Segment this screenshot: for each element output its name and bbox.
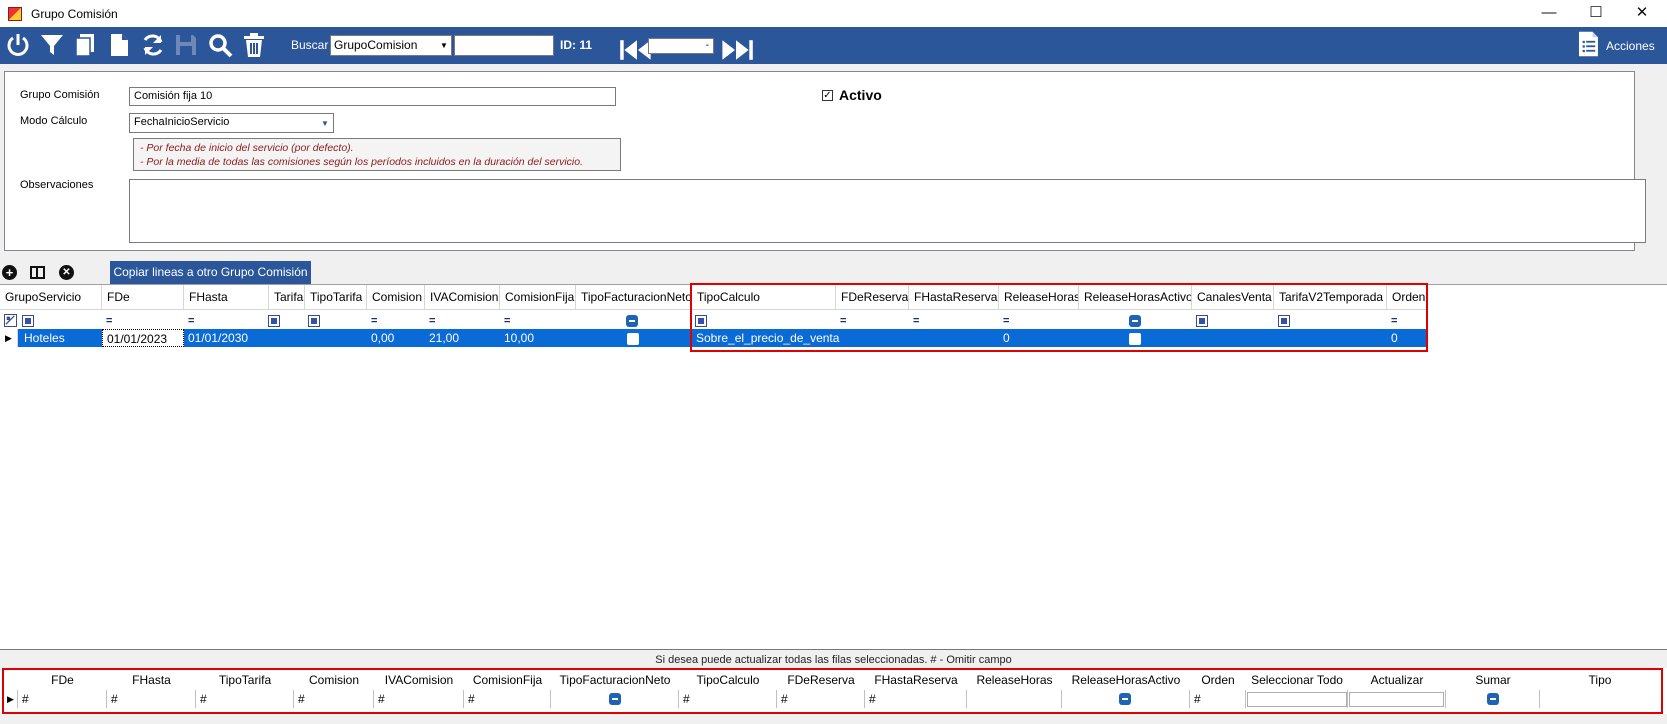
filter-checkbox-icon[interactable] <box>626 315 638 327</box>
delete-row-icon[interactable]: ✕ <box>59 265 74 280</box>
highlight-box <box>2 668 1663 714</box>
refresh-icon[interactable] <box>139 31 167 59</box>
trash-icon[interactable] <box>240 31 268 59</box>
observaciones-label: Observaciones <box>20 179 94 191</box>
bulk-update-grid: FDe FHasta TipoTarifa Comision IVAComisi… <box>0 668 1667 714</box>
save-icon[interactable] <box>172 31 200 59</box>
actions-button[interactable]: Acciones <box>1606 39 1655 53</box>
actions-list-icon[interactable] <box>1574 30 1602 61</box>
close-button[interactable]: ✕ <box>1619 0 1665 24</box>
modo-calculo-value: FechaInicioServicio <box>134 116 230 128</box>
new-document-icon[interactable] <box>105 31 133 59</box>
bulk-update-message: Si desea puede actualizar todas las fila… <box>655 654 1012 666</box>
column-header[interactable]: FHasta <box>184 285 269 310</box>
observaciones-textarea[interactable] <box>129 179 1646 243</box>
cell-fhasta[interactable]: 01/01/2030 <box>184 329 248 347</box>
grupo-comision-label: Grupo Comisión <box>20 89 100 101</box>
search-field-combo[interactable]: GrupoComision ▼ <box>330 35 452 56</box>
search-field-value: GrupoComision <box>334 38 418 52</box>
help-line-2: - Por la media de todas las comisiones s… <box>140 156 583 168</box>
row-selector-arrow-icon[interactable]: ▶ <box>0 329 18 347</box>
app-icon <box>8 6 22 21</box>
cell-comision[interactable]: 0,00 <box>367 329 394 347</box>
copy-lines-button[interactable]: Copiar lineas a otro Grupo Comisión <box>110 261 311 284</box>
chevron-down-icon: ▼ <box>321 118 329 128</box>
power-icon[interactable] <box>4 31 32 59</box>
cell-fde[interactable]: 01/01/2023 <box>102 329 184 347</box>
column-header[interactable]: Tarifa <box>269 285 305 310</box>
maximize-button[interactable]: ☐ <box>1573 0 1619 24</box>
filter-equals-icon[interactable]: = <box>188 315 194 327</box>
help-line-1: - Por fecha de inicio del servicio (por … <box>140 142 354 154</box>
copy-icon[interactable] <box>71 31 99 59</box>
lines-grid: GrupoServicio FDe FHasta Tarifa TipoTari… <box>0 283 1667 650</box>
filter-equals-icon[interactable]: = <box>429 315 435 327</box>
activo-label: Activo <box>839 87 882 103</box>
cell-gruposervicio[interactable]: Hoteles <box>20 329 65 347</box>
main-toolbar: Buscar GrupoComision ▼ ID: 11 - Acciones <box>0 27 1667 64</box>
add-row-icon[interactable]: + <box>2 265 17 280</box>
column-header[interactable]: ComisionFija <box>500 285 576 310</box>
last-record-icon[interactable] <box>729 36 753 60</box>
cell-comisionfija[interactable]: 10,00 <box>500 329 534 347</box>
filter-clear-icon[interactable] <box>4 314 17 327</box>
minimize-button[interactable]: — <box>1526 0 1572 24</box>
filter-icon[interactable] <box>38 31 66 59</box>
column-header[interactable]: FDe <box>102 285 184 310</box>
cell-ivacomision[interactable]: 21,00 <box>425 329 459 347</box>
highlight-box <box>690 283 1428 352</box>
title-bar: Grupo Comisión — ☐ ✕ <box>0 0 1667 27</box>
detail-form: Grupo Comisión Comisión fija 10 Modo Cál… <box>4 71 1646 251</box>
column-header[interactable]: IVAComision <box>425 285 500 310</box>
column-header[interactable]: TipoTarifa <box>305 285 367 310</box>
grupo-comision-input[interactable]: Comisión fija 10 <box>129 87 616 106</box>
modo-calculo-help: - Por fecha de inicio del servicio (por … <box>133 138 621 171</box>
filter-like-icon[interactable] <box>22 315 34 327</box>
filter-equals-icon[interactable]: = <box>371 315 377 327</box>
filter-like-icon[interactable] <box>268 315 280 327</box>
modo-calculo-select[interactable]: FechaInicioServicio ▼ <box>129 113 334 133</box>
record-id: ID: 11 <box>560 38 593 52</box>
search-icon[interactable] <box>206 31 234 59</box>
column-header[interactable]: GrupoServicio <box>0 285 102 310</box>
record-navigator-input[interactable]: - <box>648 38 714 54</box>
cell-tipofacturacionneto-checkbox[interactable] <box>627 333 639 345</box>
filter-equals-icon[interactable]: = <box>504 315 510 327</box>
filter-equals-icon[interactable]: = <box>106 315 112 327</box>
search-input[interactable] <box>454 35 554 56</box>
search-label: Buscar <box>291 38 329 52</box>
filter-like-icon[interactable] <box>308 315 320 327</box>
column-header[interactable]: TipoFacturacionNeto <box>576 285 692 310</box>
window-title: Grupo Comisión <box>31 6 118 21</box>
activo-checkbox[interactable]: ✓ <box>822 90 833 101</box>
columns-icon[interactable] <box>30 266 45 279</box>
modo-calculo-label: Modo Cálculo <box>20 115 88 127</box>
column-header[interactable]: Comision <box>367 285 425 310</box>
chevron-down-icon: ▼ <box>440 41 448 50</box>
